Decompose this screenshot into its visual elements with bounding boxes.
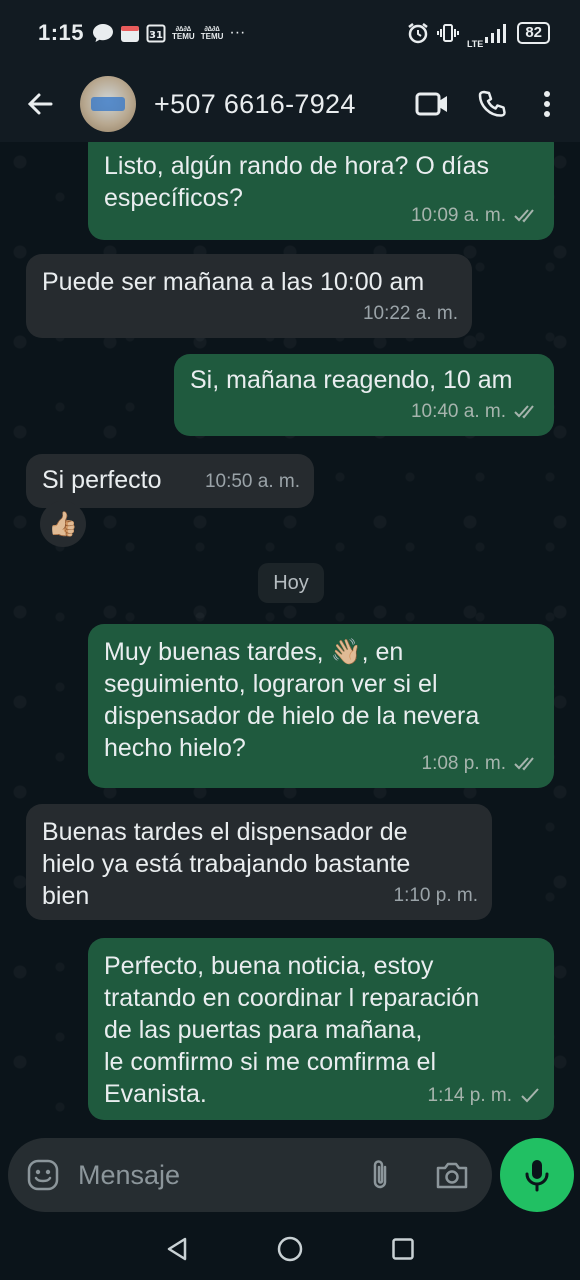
message-text: Puede ser mañana a las 10:00 am — [42, 268, 425, 296]
contact-avatar[interactable] — [80, 76, 136, 132]
chat-header: +507 6616-7924 — [0, 66, 580, 142]
camera-button[interactable] — [430, 1153, 474, 1197]
message-time: 10:09 a. m. — [410, 205, 506, 226]
message-incoming[interactable]: Si perfecto 10:50 a. m. — [26, 454, 314, 508]
message-incoming[interactable]: Buenas tardes el dispensador de hielo ya… — [26, 804, 492, 920]
nav-recents-button[interactable] — [378, 1224, 428, 1274]
double-check-icon — [514, 757, 534, 771]
nav-back-icon — [167, 1237, 186, 1261]
avatar-logo — [91, 97, 125, 111]
alarm-icon — [408, 23, 428, 44]
camera-icon — [436, 1162, 468, 1189]
emoji-icon[interactable] — [26, 1158, 60, 1192]
video-call-icon — [415, 92, 447, 116]
phone-icon — [478, 90, 506, 117]
message-time: 10:40 a. m. — [410, 401, 506, 422]
calendar-icon — [121, 26, 140, 42]
status-bar: 1:15 31 ∂∆∂∆ TEMU ∂∆∂∆ TEMU ··· LTE 82 — [0, 0, 580, 66]
status-time: 1:15 — [38, 20, 85, 45]
message-meta: 1:14 p. m. — [428, 1080, 541, 1112]
voice-message-button[interactable] — [500, 1138, 574, 1212]
message-reaction[interactable]: 👍🏼 — [40, 501, 86, 547]
more-options-button[interactable] — [522, 76, 572, 132]
message-meta: 10:22 a. m. — [363, 298, 458, 330]
date-divider: Hoy — [258, 563, 324, 603]
back-arrow-icon — [27, 93, 53, 115]
header-actions — [402, 76, 580, 132]
message-meta: 1:10 p. m. — [394, 880, 479, 912]
message-time: 1:14 p. m. — [427, 1085, 513, 1106]
message-meta: 1:08 p. m. — [422, 748, 541, 780]
temu-notification-icon: ∂∆∂∆ TEMU — [172, 25, 195, 41]
message-text: Muy buenas tardes, 👋🏼, en seguimiento, l… — [104, 638, 480, 762]
system-icons: LTE 82 — [407, 17, 550, 49]
message-outgoing[interactable]: Muy buenas tardes, 👋🏼, en seguimiento, l… — [88, 624, 554, 788]
message-meta: 10:40 a. m. — [411, 396, 540, 428]
message-time: 1:08 p. m. — [421, 753, 507, 774]
lte-label: LTE — [466, 39, 484, 49]
more-vert-icon — [544, 91, 550, 117]
nav-back-button[interactable] — [152, 1224, 202, 1274]
chat-notification-icon — [93, 24, 114, 42]
nav-home-button[interactable] — [265, 1224, 315, 1274]
message-composer: Mensaje — [8, 1138, 492, 1212]
double-check-icon — [514, 209, 534, 223]
more-notifications-icon: ··· — [229, 24, 246, 41]
notification-icons: 31 ∂∆∂∆ TEMU ∂∆∂∆ TEMU ··· — [92, 23, 245, 43]
nav-recents-icon — [392, 1238, 415, 1260]
contact-name[interactable]: +507 6616-7924 — [154, 89, 356, 120]
message-meta: 10:50 a. m. — [205, 466, 300, 498]
nav-home-icon — [277, 1236, 303, 1262]
double-check-icon — [514, 405, 534, 419]
back-button[interactable] — [12, 76, 68, 132]
message-outgoing[interactable]: Listo, algún rando de hora? O días espec… — [88, 142, 554, 240]
message-text: Si, mañana reagendo, 10 am — [190, 366, 513, 394]
attach-button[interactable] — [358, 1153, 402, 1197]
message-outgoing[interactable]: Perfecto, buena noticia, estoy tratando … — [88, 938, 554, 1120]
system-navigation-bar — [0, 1218, 580, 1280]
microphone-icon — [525, 1160, 549, 1192]
message-input[interactable]: Mensaje — [78, 1160, 344, 1191]
message-time: 10:22 a. m. — [362, 303, 458, 324]
message-outgoing[interactable]: Si, mañana reagendo, 10 am 10:40 a. m. — [174, 354, 554, 436]
signal-icon — [485, 24, 507, 43]
message-time: 1:10 p. m. — [393, 885, 479, 906]
chat-messages[interactable]: Listo, algún rando de hora? O días espec… — [0, 142, 580, 1140]
temu-notification-icon-2: ∂∆∂∆ TEMU — [200, 25, 224, 41]
message-incoming[interactable]: Puede ser mañana a las 10:00 am 10:22 a.… — [26, 254, 472, 338]
message-meta: 10:09 a. m. — [411, 200, 540, 232]
message-time: 10:50 a. m. — [204, 471, 300, 492]
attachment-icon — [373, 1160, 387, 1189]
video-call-button[interactable] — [402, 76, 462, 132]
single-check-icon — [521, 1088, 539, 1103]
vibrate-icon — [436, 24, 459, 42]
battery-icon: 82 — [517, 22, 550, 44]
voice-call-button[interactable] — [462, 76, 522, 132]
svg-text:31: 31 — [149, 30, 163, 41]
calendar-31-icon: 31 — [146, 24, 166, 43]
